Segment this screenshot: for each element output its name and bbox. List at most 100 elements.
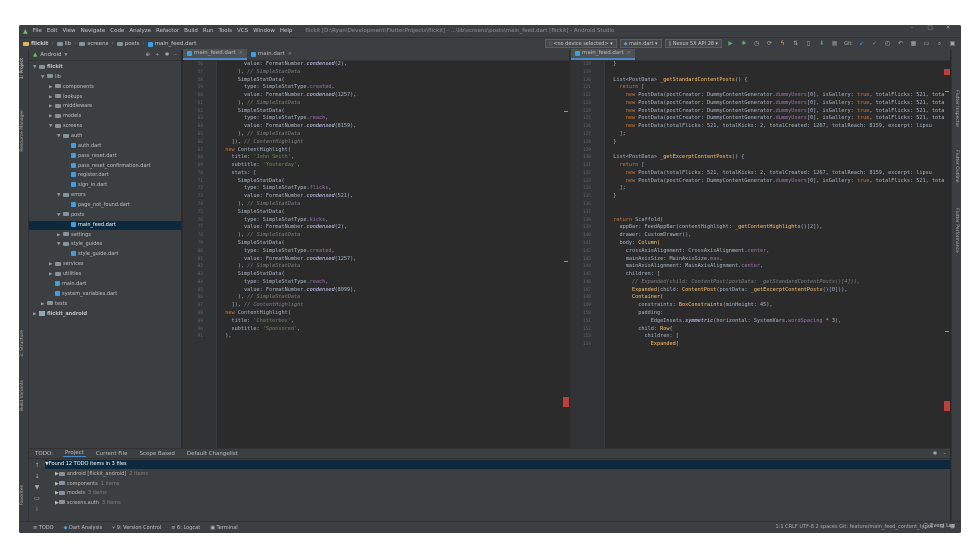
line-number[interactable]: 58 (185, 77, 203, 85)
menu-tools[interactable]: Tools (218, 28, 232, 34)
line-number[interactable]: 65 (185, 131, 203, 139)
line-number[interactable]: 141 (573, 240, 591, 248)
line-number[interactable]: 70 (185, 170, 203, 178)
tab-scope-based[interactable]: Scope Based (137, 451, 176, 457)
tree-folder[interactable]: ▶ utilities (29, 270, 181, 279)
line-number[interactable]: 85 (185, 287, 203, 295)
code-line[interactable]: mainAxisAlignment: MainAxisAlignment.cen… (607, 263, 944, 271)
code-line[interactable]: title: 'Chatterbox', (219, 318, 563, 326)
line-number[interactable]: 145 (573, 271, 591, 279)
settings-icon[interactable]: ▣ (948, 39, 957, 48)
crumb-file[interactable]: main_feed.dart (155, 41, 197, 47)
line-number[interactable]: 76 (185, 217, 203, 225)
code-line[interactable]: return [ (607, 84, 944, 92)
menu-help[interactable]: Help (280, 28, 293, 34)
code-line[interactable]: new PostData(totalFlicks: 521, totalKick… (607, 123, 944, 131)
code-line[interactable]: ), // SimpleStatData (219, 294, 563, 302)
code-line[interactable]: ), // SimpleStatData (219, 131, 563, 139)
tree-file[interactable]: main.dart (29, 280, 181, 289)
line-number[interactable]: 130 (573, 154, 591, 162)
code-line[interactable]: type: SimpleStatType.reach, (219, 115, 563, 123)
line-number[interactable]: 136 (573, 201, 591, 209)
tree-file[interactable]: pass_reset_confirmation.dart (29, 162, 181, 171)
code-line[interactable]: new PostData(postCreator: DummyContentGe… (607, 178, 944, 186)
line-number[interactable]: 60 (185, 92, 203, 100)
line-number[interactable]: 147 (573, 287, 591, 295)
project-tool-tab[interactable]: 1: Project (20, 58, 25, 79)
git-commit-icon[interactable]: ✓ (870, 39, 879, 48)
line-number[interactable]: 135 (573, 193, 591, 201)
tree-file[interactable]: sign_in.dart (29, 181, 181, 190)
code-line[interactable] (607, 69, 944, 77)
flutter-outline-tab[interactable]: Flutter Outline (954, 150, 959, 183)
editor-right-code[interactable]: } List<PostData> _getStandardContentPost… (607, 61, 944, 448)
menu-edit[interactable]: Edit (47, 28, 58, 34)
code-line[interactable]: value: FormatNumber.condensed(521), (219, 193, 563, 201)
code-line[interactable]: Container( (607, 294, 944, 302)
error-marker[interactable] (944, 401, 950, 411)
code-line[interactable]: value: FormatNumber.condensed(8159), (219, 123, 563, 131)
code-line[interactable]: title: 'John Smith', (219, 154, 563, 162)
line-number[interactable]: 138 (573, 217, 591, 225)
code-line[interactable]: type: SimpleStatType.created, (219, 84, 563, 92)
line-number[interactable]: 133 (573, 178, 591, 186)
todo-item[interactable]: ▶ android [flickit_android] 2 items (45, 470, 950, 479)
code-line[interactable] (607, 147, 944, 155)
run-config-selector[interactable]: ◆ main.dart ▾ (619, 39, 662, 48)
line-number[interactable]: 140 (573, 232, 591, 240)
code-line[interactable]: new PostData(totalFlicks: 521, totalKick… (607, 170, 944, 178)
line-number[interactable]: 90 (185, 326, 203, 334)
line-number[interactable]: 77 (185, 224, 203, 232)
close-tab-icon[interactable]: × (627, 48, 631, 59)
avd-selector[interactable]: ▯ Nexus 5X API 28 ▾ (664, 39, 723, 48)
line-number[interactable]: 142 (573, 248, 591, 256)
line-number[interactable]: 148 (573, 294, 591, 302)
sdk-manager-icon[interactable]: ⬇ (817, 39, 826, 48)
menu-refactor[interactable]: Refactor (156, 28, 179, 34)
code-line[interactable]: SimpleStatData( (219, 77, 563, 85)
structure-tab[interactable]: 2: Structure (20, 330, 25, 357)
minimize-button[interactable]: – (903, 25, 921, 31)
menu-analyze[interactable]: Analyze (129, 28, 151, 34)
menu-run[interactable]: Run (203, 28, 214, 34)
code-line[interactable]: stats: [ (219, 170, 563, 178)
code-line[interactable]: ), // SimpleStatData (219, 232, 563, 240)
code-line[interactable]: constraints: BoxConstraints(minHeight: 4… (607, 302, 944, 310)
code-line[interactable]: child: Row( (607, 326, 944, 334)
code-line[interactable]: SimpleStatData( (219, 271, 563, 279)
code-line[interactable]: appBar: FeedAppBar(contentHighlight: _ge… (607, 224, 944, 232)
code-line[interactable]: } (607, 61, 944, 69)
code-line[interactable]: Expanded(child: ContentPost(postData: _g… (607, 287, 944, 295)
line-number[interactable]: 123 (573, 100, 591, 108)
code-line[interactable]: drawer: CustomDrawer(), (607, 232, 944, 240)
line-number[interactable]: 84 (185, 279, 203, 287)
error-marker[interactable] (944, 69, 950, 75)
code-line[interactable]: value: FormatNumber.condensed(2), (219, 224, 563, 232)
code-line[interactable]: ), // SimpleStatData (219, 201, 563, 209)
git-update-icon[interactable]: ↙ (857, 39, 866, 48)
tree-folder[interactable]: ▼ posts (29, 211, 181, 220)
line-number[interactable]: 126 (573, 123, 591, 131)
line-number[interactable]: 144 (573, 263, 591, 271)
line-number[interactable]: 88 (185, 310, 203, 318)
tree-folder[interactable]: ▶ components (29, 83, 181, 92)
line-number[interactable]: 143 (573, 256, 591, 264)
code-line[interactable]: children: [ (607, 271, 944, 279)
code-line[interactable]: ]; (607, 131, 944, 139)
up-arrow-icon[interactable]: ↑ (31, 460, 43, 471)
line-number[interactable]: 125 (573, 115, 591, 123)
editor-left-code[interactable]: value: FormatNumber.condensed(2), ), // … (219, 61, 563, 448)
line-number[interactable]: 153 (573, 333, 591, 341)
tree-folder[interactable]: ▼ flickit (29, 63, 181, 72)
line-number[interactable]: 63 (185, 115, 203, 123)
lock-icon[interactable]: ⊞ (940, 524, 944, 530)
code-line[interactable]: new PostData(postCreator: DummyContentGe… (607, 100, 944, 108)
profile-icon[interactable]: ◷ (752, 39, 761, 48)
line-number[interactable]: 56 (185, 61, 203, 69)
line-number[interactable]: 83 (185, 271, 203, 279)
favorites-tab[interactable]: Favorites (20, 485, 25, 505)
code-line[interactable]: type: SimpleStatType.kicks, (219, 217, 563, 225)
code-line[interactable]: value: FormatNumber.condensed(1257), (219, 92, 563, 100)
line-number[interactable]: 69 (185, 162, 203, 170)
line-number[interactable]: 131 (573, 162, 591, 170)
